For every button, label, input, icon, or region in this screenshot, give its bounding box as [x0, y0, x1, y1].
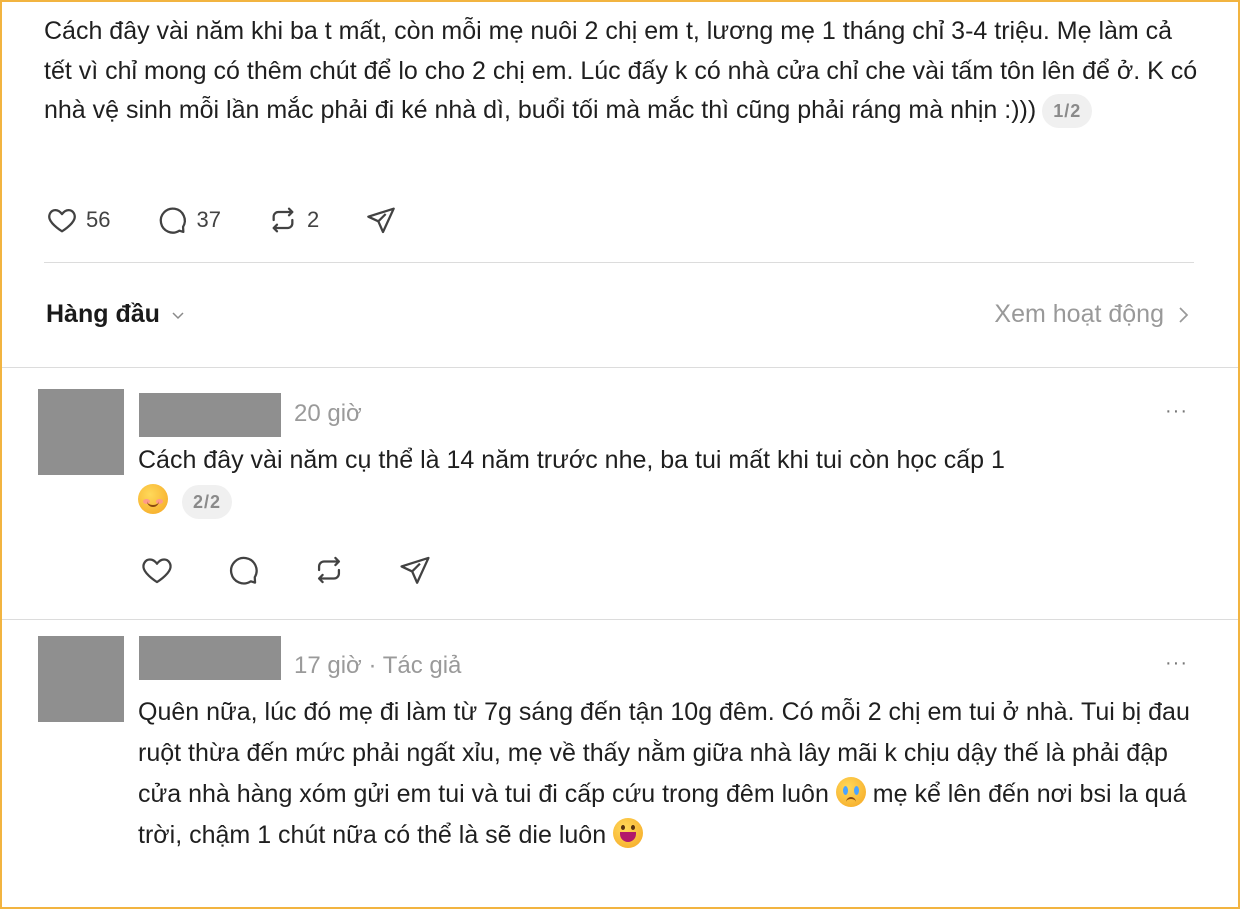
username-redacted[interactable]: [139, 393, 281, 437]
view-activity-link[interactable]: Xem hoạt động: [994, 300, 1190, 329]
like-count: 56: [86, 207, 111, 232]
reply-body: Cách đây vài năm cụ thể là 14 năm trước …: [138, 440, 1198, 522]
sort-label: Hàng đầu: [46, 300, 160, 328]
section-divider: [2, 367, 1238, 368]
thread-pager[interactable]: 1/2: [1042, 94, 1093, 129]
send-icon: [367, 207, 396, 234]
comment-count: 37: [196, 207, 221, 232]
repost-icon: [317, 556, 341, 584]
section-divider: [2, 619, 1238, 620]
repost-icon: [272, 207, 294, 233]
username-redacted[interactable]: [139, 636, 281, 680]
reply-meta: 17 giờ · Tác giả: [294, 652, 461, 680]
reply-body: Quên nữa, lúc đó mẹ đi làm từ 7g sáng đế…: [138, 692, 1198, 856]
post-actions: 56 37 2: [46, 204, 397, 236]
heart-icon: [48, 209, 76, 233]
post-text: Cách đây vài năm khi ba t mất, còn mỗi m…: [44, 17, 1198, 124]
crying-face-emoji: [835, 777, 866, 807]
post-body: Cách đây vài năm khi ba t mất, còn mỗi m…: [44, 12, 1204, 131]
avatar[interactable]: [38, 636, 124, 722]
heart-icon: [142, 558, 172, 584]
thread-pager[interactable]: 2/2: [182, 485, 233, 520]
send-icon: [400, 556, 430, 584]
avatar[interactable]: [38, 389, 124, 475]
author-badge: Tác giả: [382, 652, 462, 679]
chevron-down-icon: [172, 311, 184, 319]
comment-bubble-icon: [229, 556, 258, 585]
chevron-right-icon: [1179, 306, 1189, 323]
meta-separator: ·: [368, 652, 377, 679]
repost-button[interactable]: 2: [267, 204, 319, 236]
smiling-face-emoji: [138, 484, 168, 514]
reply-timestamp: 17 giờ: [294, 652, 362, 679]
grinning-face-emoji: [613, 818, 644, 848]
comment-bubble-icon: [160, 207, 187, 234]
reply-timestamp: 20 giờ: [294, 400, 362, 427]
more-options-button[interactable]: ···: [1165, 652, 1188, 675]
reply-text: Cách đây vài năm cụ thể là 14 năm trước …: [138, 446, 1005, 474]
share-button[interactable]: [365, 204, 397, 236]
view-activity-label: Xem hoạt động: [994, 300, 1164, 328]
comment-button[interactable]: [226, 553, 260, 587]
sort-dropdown[interactable]: Hàng đầu: [46, 300, 186, 329]
comment-button[interactable]: 37: [156, 204, 221, 236]
repost-button[interactable]: [312, 553, 346, 587]
share-button[interactable]: [398, 553, 432, 587]
like-button[interactable]: [140, 553, 174, 587]
like-button[interactable]: 56: [46, 204, 110, 236]
more-options-button[interactable]: ···: [1165, 400, 1188, 423]
reply-actions: [140, 553, 432, 587]
divider: [44, 262, 1194, 263]
repost-count: 2: [306, 207, 320, 232]
